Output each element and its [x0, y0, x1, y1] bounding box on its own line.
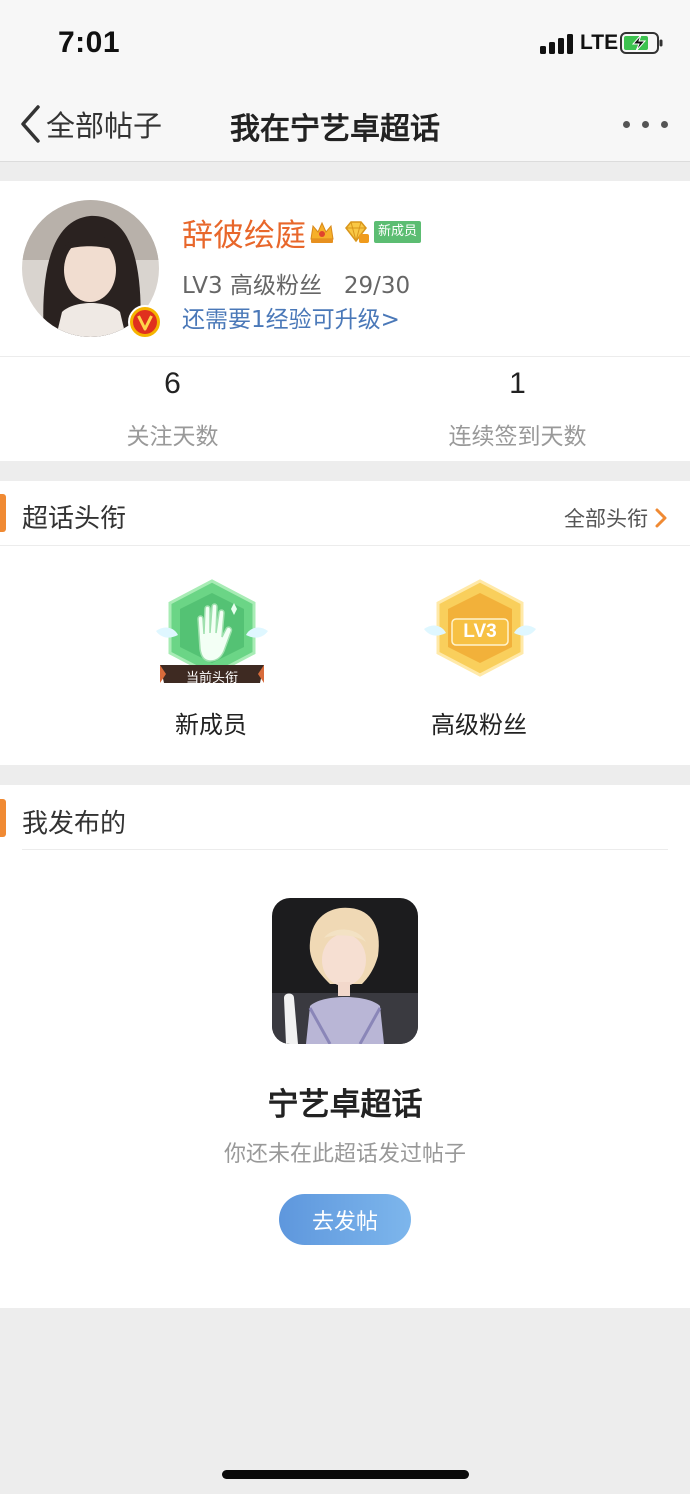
titles-card: 超话头衔 全部头衔 当前头衔 新成员 LV3 高级粉丝	[0, 481, 690, 765]
stat-value: 1	[509, 367, 526, 400]
username-row: 辞彼绘庭 新成员	[182, 210, 422, 255]
network-label: LTE	[580, 31, 619, 54]
upgrade-link[interactable]: 还需要1经验可升级>	[182, 300, 400, 334]
verified-v-icon	[128, 305, 162, 339]
signal-icon	[540, 34, 574, 54]
topic-photo	[272, 898, 418, 1044]
section-accent-bar	[0, 494, 6, 532]
stat-label: 连续签到天数	[448, 424, 587, 450]
profile-card: 辞彼绘庭 新成员 LV3 高级粉丝 29/30 还需要1经验可升级> 6 关注天…	[0, 181, 690, 461]
badge-label: 新成员	[175, 711, 247, 739]
level-progress: LV3 高级粉丝 29/30	[182, 273, 411, 299]
section-title: 超话头衔	[22, 504, 127, 534]
stat-follow-days: 6 关注天数	[0, 367, 345, 451]
empty-state-text: 你还未在此超话发过帖子	[223, 1142, 466, 1167]
my-posts-card: 我发布的 宁艺卓超话 你还未在此超话发过帖子 去发帖	[0, 785, 690, 1308]
crown-icon	[310, 221, 334, 243]
divider	[0, 545, 690, 546]
home-indicator[interactable]	[222, 1470, 469, 1479]
divider	[0, 356, 690, 357]
topic-name: 宁艺卓超话	[267, 1087, 423, 1123]
page-title: 我在宁艺卓超话	[230, 112, 440, 147]
member-tag: 新成员	[374, 221, 422, 243]
lv3-emblem-text: LV3	[463, 621, 497, 642]
topic-image[interactable]	[272, 898, 418, 1044]
status-time: 7:01	[58, 26, 121, 59]
more-options-button[interactable]	[618, 108, 670, 140]
chevron-right-icon	[655, 508, 667, 528]
create-post-button[interactable]: 去发帖	[279, 1194, 411, 1245]
stat-label: 关注天数	[126, 424, 219, 450]
status-bar: 7:01 LTE	[0, 0, 690, 86]
badge-new-member[interactable]: 当前头衔	[150, 579, 274, 689]
badge-lv3[interactable]: LV3	[418, 579, 542, 689]
divider	[22, 849, 668, 850]
all-titles-label: 全部头衔	[564, 507, 648, 531]
all-titles-link[interactable]: 全部头衔	[564, 503, 668, 533]
current-title-ribbon: 当前头衔	[185, 671, 238, 686]
username[interactable]: 辞彼绘庭	[182, 210, 306, 255]
badge-label: 高级粉丝	[431, 711, 527, 739]
section-title: 我发布的	[22, 809, 127, 839]
battery-icon	[620, 32, 663, 54]
diamond-badge-icon	[345, 221, 369, 243]
stat-value: 6	[164, 367, 181, 400]
nav-bar: 全部帖子 我在宁艺卓超话	[0, 86, 690, 162]
section-accent-bar	[0, 799, 6, 837]
stat-checkin-days: 1 连续签到天数	[345, 367, 690, 451]
